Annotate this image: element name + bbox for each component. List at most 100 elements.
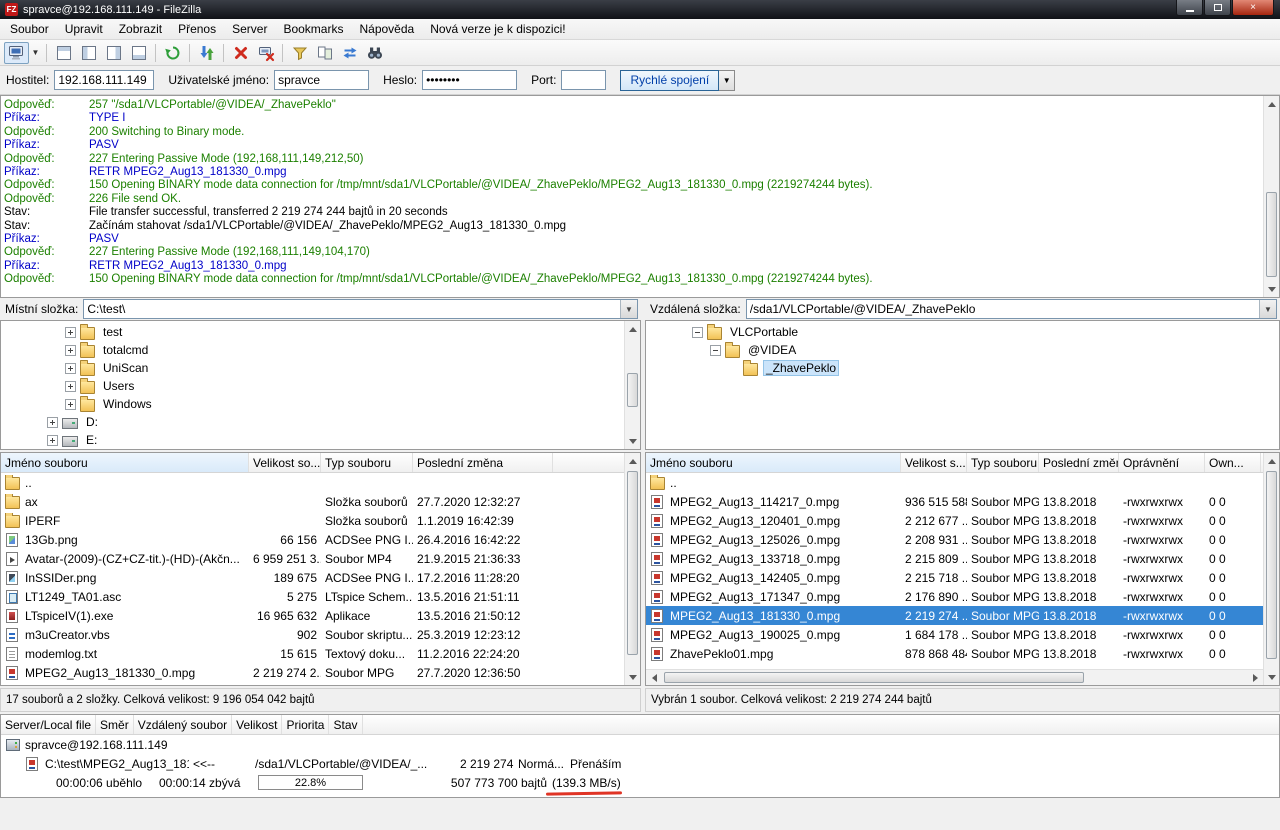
column-header[interactable]: Jméno souboru bbox=[646, 453, 901, 472]
remote-files-hscrollbar[interactable] bbox=[646, 669, 1263, 685]
column-header[interactable]: Velikost s... bbox=[901, 453, 967, 472]
tree-item[interactable]: E: bbox=[1, 431, 640, 449]
tree-item[interactable]: @VIDEA bbox=[646, 341, 1279, 359]
local-path-input[interactable] bbox=[84, 300, 620, 318]
column-header[interactable]: Jméno souboru bbox=[1, 453, 249, 472]
scroll-up-icon[interactable] bbox=[1264, 96, 1280, 112]
remote-path-input[interactable] bbox=[747, 300, 1259, 318]
tree-expander-icon[interactable] bbox=[65, 399, 76, 410]
port-input[interactable] bbox=[561, 70, 606, 90]
file-row[interactable]: Avatar-(2009)-(CZ+CZ-tit.)-(HD)-(Akčn...… bbox=[1, 549, 640, 568]
scroll-thumb[interactable] bbox=[627, 471, 638, 655]
disconnect-icon[interactable] bbox=[253, 42, 278, 64]
process-queue-icon[interactable] bbox=[194, 42, 219, 64]
scroll-thumb[interactable] bbox=[1266, 471, 1277, 659]
file-row[interactable]: 13Gb.png 66 156 ACDSee PNG I... 26.4.201… bbox=[1, 530, 640, 549]
quickconnect-button[interactable]: Rychlé spojení bbox=[620, 70, 719, 91]
host-input[interactable] bbox=[54, 70, 154, 90]
file-row[interactable]: LT1249_TA01.asc 5 275 LTspice Schem... 1… bbox=[1, 587, 640, 606]
menu-item[interactable]: Bookmarks bbox=[275, 20, 351, 38]
column-header[interactable]: Priorita bbox=[282, 715, 329, 734]
tree-item[interactable]: D: bbox=[1, 413, 640, 431]
file-row[interactable]: MPEG2_Aug13_181330_0.mpg 2 219 274 ... S… bbox=[646, 606, 1279, 625]
scroll-down-icon[interactable] bbox=[625, 669, 641, 685]
scroll-up-icon[interactable] bbox=[1264, 453, 1280, 469]
local-path-combo[interactable]: ▼ bbox=[83, 299, 638, 319]
remote-files-scrollbar[interactable] bbox=[1263, 453, 1279, 685]
column-header[interactable]: Vzdálený soubor bbox=[134, 715, 232, 734]
tree-expander-icon[interactable] bbox=[65, 381, 76, 392]
file-row[interactable]: IPERF Složka souborů 1.1.2019 16:42:39 bbox=[1, 511, 640, 530]
maximize-button[interactable] bbox=[1204, 0, 1231, 16]
scroll-thumb[interactable] bbox=[1266, 192, 1277, 277]
minimize-button[interactable] bbox=[1176, 0, 1203, 16]
log-scrollbar[interactable] bbox=[1263, 96, 1279, 297]
scroll-up-icon[interactable] bbox=[625, 453, 641, 469]
scroll-left-icon[interactable] bbox=[646, 670, 662, 686]
file-row[interactable]: ZhavePeklo01.mpg 878 868 484 Soubor MPG … bbox=[646, 644, 1279, 663]
scroll-down-icon[interactable] bbox=[625, 433, 641, 449]
file-row[interactable]: MPEG2_Aug13_133718_0.mpg 2 215 809 ... S… bbox=[646, 549, 1279, 568]
tree-item[interactable]: VLCPortable bbox=[646, 323, 1279, 341]
tree-expander-icon[interactable] bbox=[65, 363, 76, 374]
menu-item[interactable]: Nová verze je k dispozici! bbox=[422, 20, 573, 38]
tree-item[interactable]: totalcmd bbox=[1, 341, 640, 359]
toggle-remote-tree-icon[interactable] bbox=[101, 42, 126, 64]
file-row[interactable]: m3uCreator.vbs 902 Soubor skriptu... 25.… bbox=[1, 625, 640, 644]
local-tree-scrollbar[interactable] bbox=[624, 321, 640, 449]
queue-server-row[interactable]: spravce@192.168.111.149 bbox=[1, 735, 1279, 754]
local-files-scrollbar[interactable] bbox=[624, 453, 640, 685]
password-input[interactable] bbox=[422, 70, 517, 90]
scroll-thumb[interactable] bbox=[627, 373, 638, 407]
dropdown-icon[interactable]: ▼ bbox=[1259, 300, 1276, 318]
file-row[interactable]: MPEG2_Aug13_142405_0.mpg 2 215 718 ... S… bbox=[646, 568, 1279, 587]
column-header[interactable]: Own... bbox=[1205, 453, 1261, 472]
file-row[interactable]: MPEG2_Aug13_171347_0.mpg 2 176 890 ... S… bbox=[646, 587, 1279, 606]
filter-icon[interactable] bbox=[287, 42, 312, 64]
column-header[interactable]: Stav bbox=[329, 715, 362, 734]
tree-item[interactable]: Windows bbox=[1, 395, 640, 413]
tree-expander-icon[interactable] bbox=[65, 327, 76, 338]
tree-expander-icon[interactable] bbox=[47, 417, 58, 428]
refresh-icon[interactable] bbox=[160, 42, 185, 64]
file-row[interactable]: .. bbox=[646, 473, 1279, 492]
tree-expander-icon[interactable] bbox=[710, 345, 721, 356]
file-row[interactable]: MPEG2_Aug13_120401_0.mpg 2 212 677 ... S… bbox=[646, 511, 1279, 530]
file-row[interactable]: InSSIDer.png 189 675 ACDSee PNG I... 17.… bbox=[1, 568, 640, 587]
cancel-icon[interactable] bbox=[228, 42, 253, 64]
column-header[interactable]: Velikost so... bbox=[249, 453, 321, 472]
site-manager-dropdown-icon[interactable]: ▼ bbox=[29, 42, 42, 64]
menu-item[interactable]: Server bbox=[224, 20, 275, 38]
scroll-down-icon[interactable] bbox=[1264, 669, 1280, 685]
column-header[interactable]: Poslední změna bbox=[413, 453, 553, 472]
column-header[interactable]: Oprávnění bbox=[1119, 453, 1205, 472]
toggle-message-log-icon[interactable] bbox=[51, 42, 76, 64]
close-button[interactable]: × bbox=[1232, 0, 1274, 16]
menu-item[interactable]: Zobrazit bbox=[111, 20, 170, 38]
file-row[interactable]: LTspiceIV(1).exe 16 965 632 Aplikace 13.… bbox=[1, 606, 640, 625]
dropdown-icon[interactable]: ▼ bbox=[620, 300, 637, 318]
tree-item[interactable]: test bbox=[1, 323, 640, 341]
file-row[interactable]: MPEG2_Aug13_181330_0.mpg 2 219 274 2... … bbox=[1, 663, 640, 682]
file-row[interactable]: MPEG2_Aug13_125026_0.mpg 2 208 931 ... S… bbox=[646, 530, 1279, 549]
compare-icon[interactable] bbox=[312, 42, 337, 64]
toggle-queue-icon[interactable] bbox=[126, 42, 151, 64]
scroll-right-icon[interactable] bbox=[1247, 670, 1263, 686]
column-header[interactable]: Směr bbox=[96, 715, 134, 734]
tree-item[interactable]: UniScan bbox=[1, 359, 640, 377]
sync-browsing-icon[interactable] bbox=[337, 42, 362, 64]
file-row[interactable]: ax Složka souborů 27.7.2020 12:32:27 bbox=[1, 492, 640, 511]
menu-item[interactable]: Nápověda bbox=[351, 20, 422, 38]
column-header[interactable]: Typ souboru bbox=[321, 453, 413, 472]
menu-item[interactable]: Upravit bbox=[57, 20, 111, 38]
username-input[interactable] bbox=[274, 70, 369, 90]
tree-expander-icon[interactable] bbox=[65, 345, 76, 356]
column-header[interactable]: Velikost bbox=[232, 715, 282, 734]
site-manager-icon[interactable] bbox=[4, 42, 29, 64]
file-row[interactable]: .. bbox=[1, 473, 640, 492]
column-header[interactable]: Server/Local file bbox=[1, 715, 96, 734]
column-header[interactable]: Poslední změna bbox=[1039, 453, 1119, 472]
scroll-thumb[interactable] bbox=[664, 672, 1084, 683]
file-row[interactable]: modemlog.txt 15 615 Textový doku... 11.2… bbox=[1, 644, 640, 663]
scroll-down-icon[interactable] bbox=[1264, 281, 1280, 297]
